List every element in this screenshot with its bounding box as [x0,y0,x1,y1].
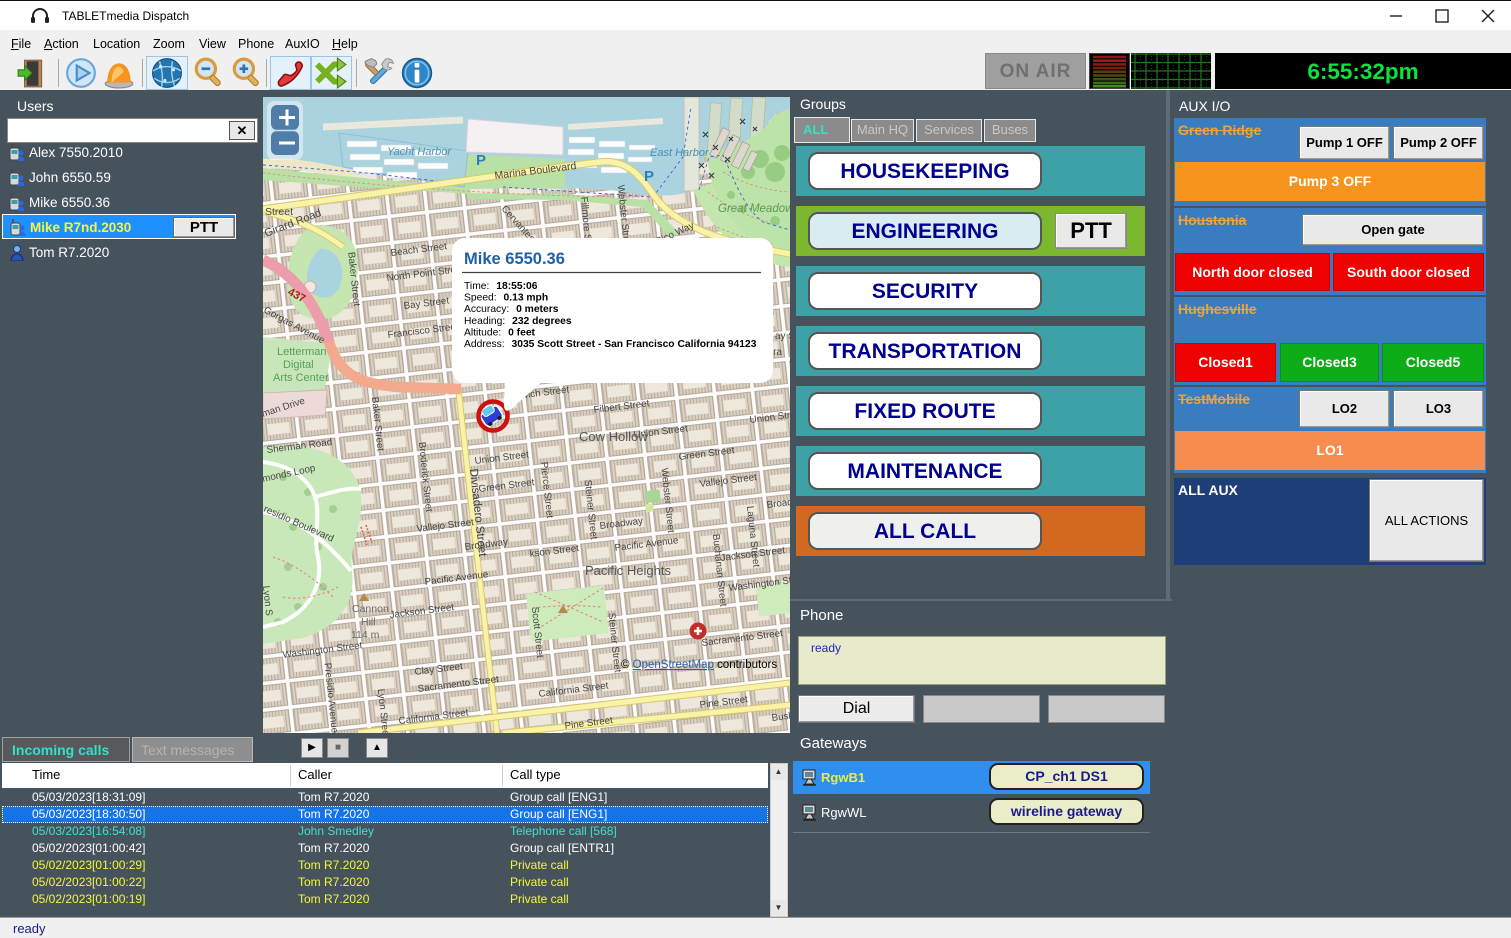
svg-text:Time: 18:55:06: Time: 18:55:06 [464,281,538,292]
svg-text:114 m: 114 m [351,629,380,641]
svg-text:© OpenStreetMap contributors: © OpenStreetMap contributors [621,659,777,671]
svg-text:Yacht Harbor: Yacht Harbor [387,146,452,158]
svg-text:Arts Center: Arts Center [273,372,329,384]
svg-text:Great Meadow: Great Meadow [718,203,790,215]
svg-text:Street: Street [265,206,293,218]
svg-text:ay S: ay S [775,331,790,342]
svg-text:Pacific Heights: Pacific Heights [585,563,671,578]
svg-text:Cannon: Cannon [352,603,389,615]
svg-text:Letterman: Letterman [277,346,327,358]
svg-text:Heading: 232 degrees: Heading: 232 degrees [464,316,572,327]
svg-text:Mike 6550.36: Mike 6550.36 [464,250,565,268]
svg-text:Digital: Digital [283,359,314,371]
svg-text:Speed: 0.13 mph: Speed: 0.13 mph [464,293,548,304]
svg-text:Altitude: 0 feet: Altitude: 0 feet [464,327,536,338]
svg-text:P: P [644,168,654,185]
svg-text:Accuracy: 0 meters: Accuracy: 0 meters [464,304,559,315]
svg-text:P: P [476,152,486,169]
svg-text:East Harbor: East Harbor [650,147,710,159]
svg-text:Cow Hollow: Cow Hollow [579,429,648,444]
svg-text:Hill: Hill [361,616,376,628]
